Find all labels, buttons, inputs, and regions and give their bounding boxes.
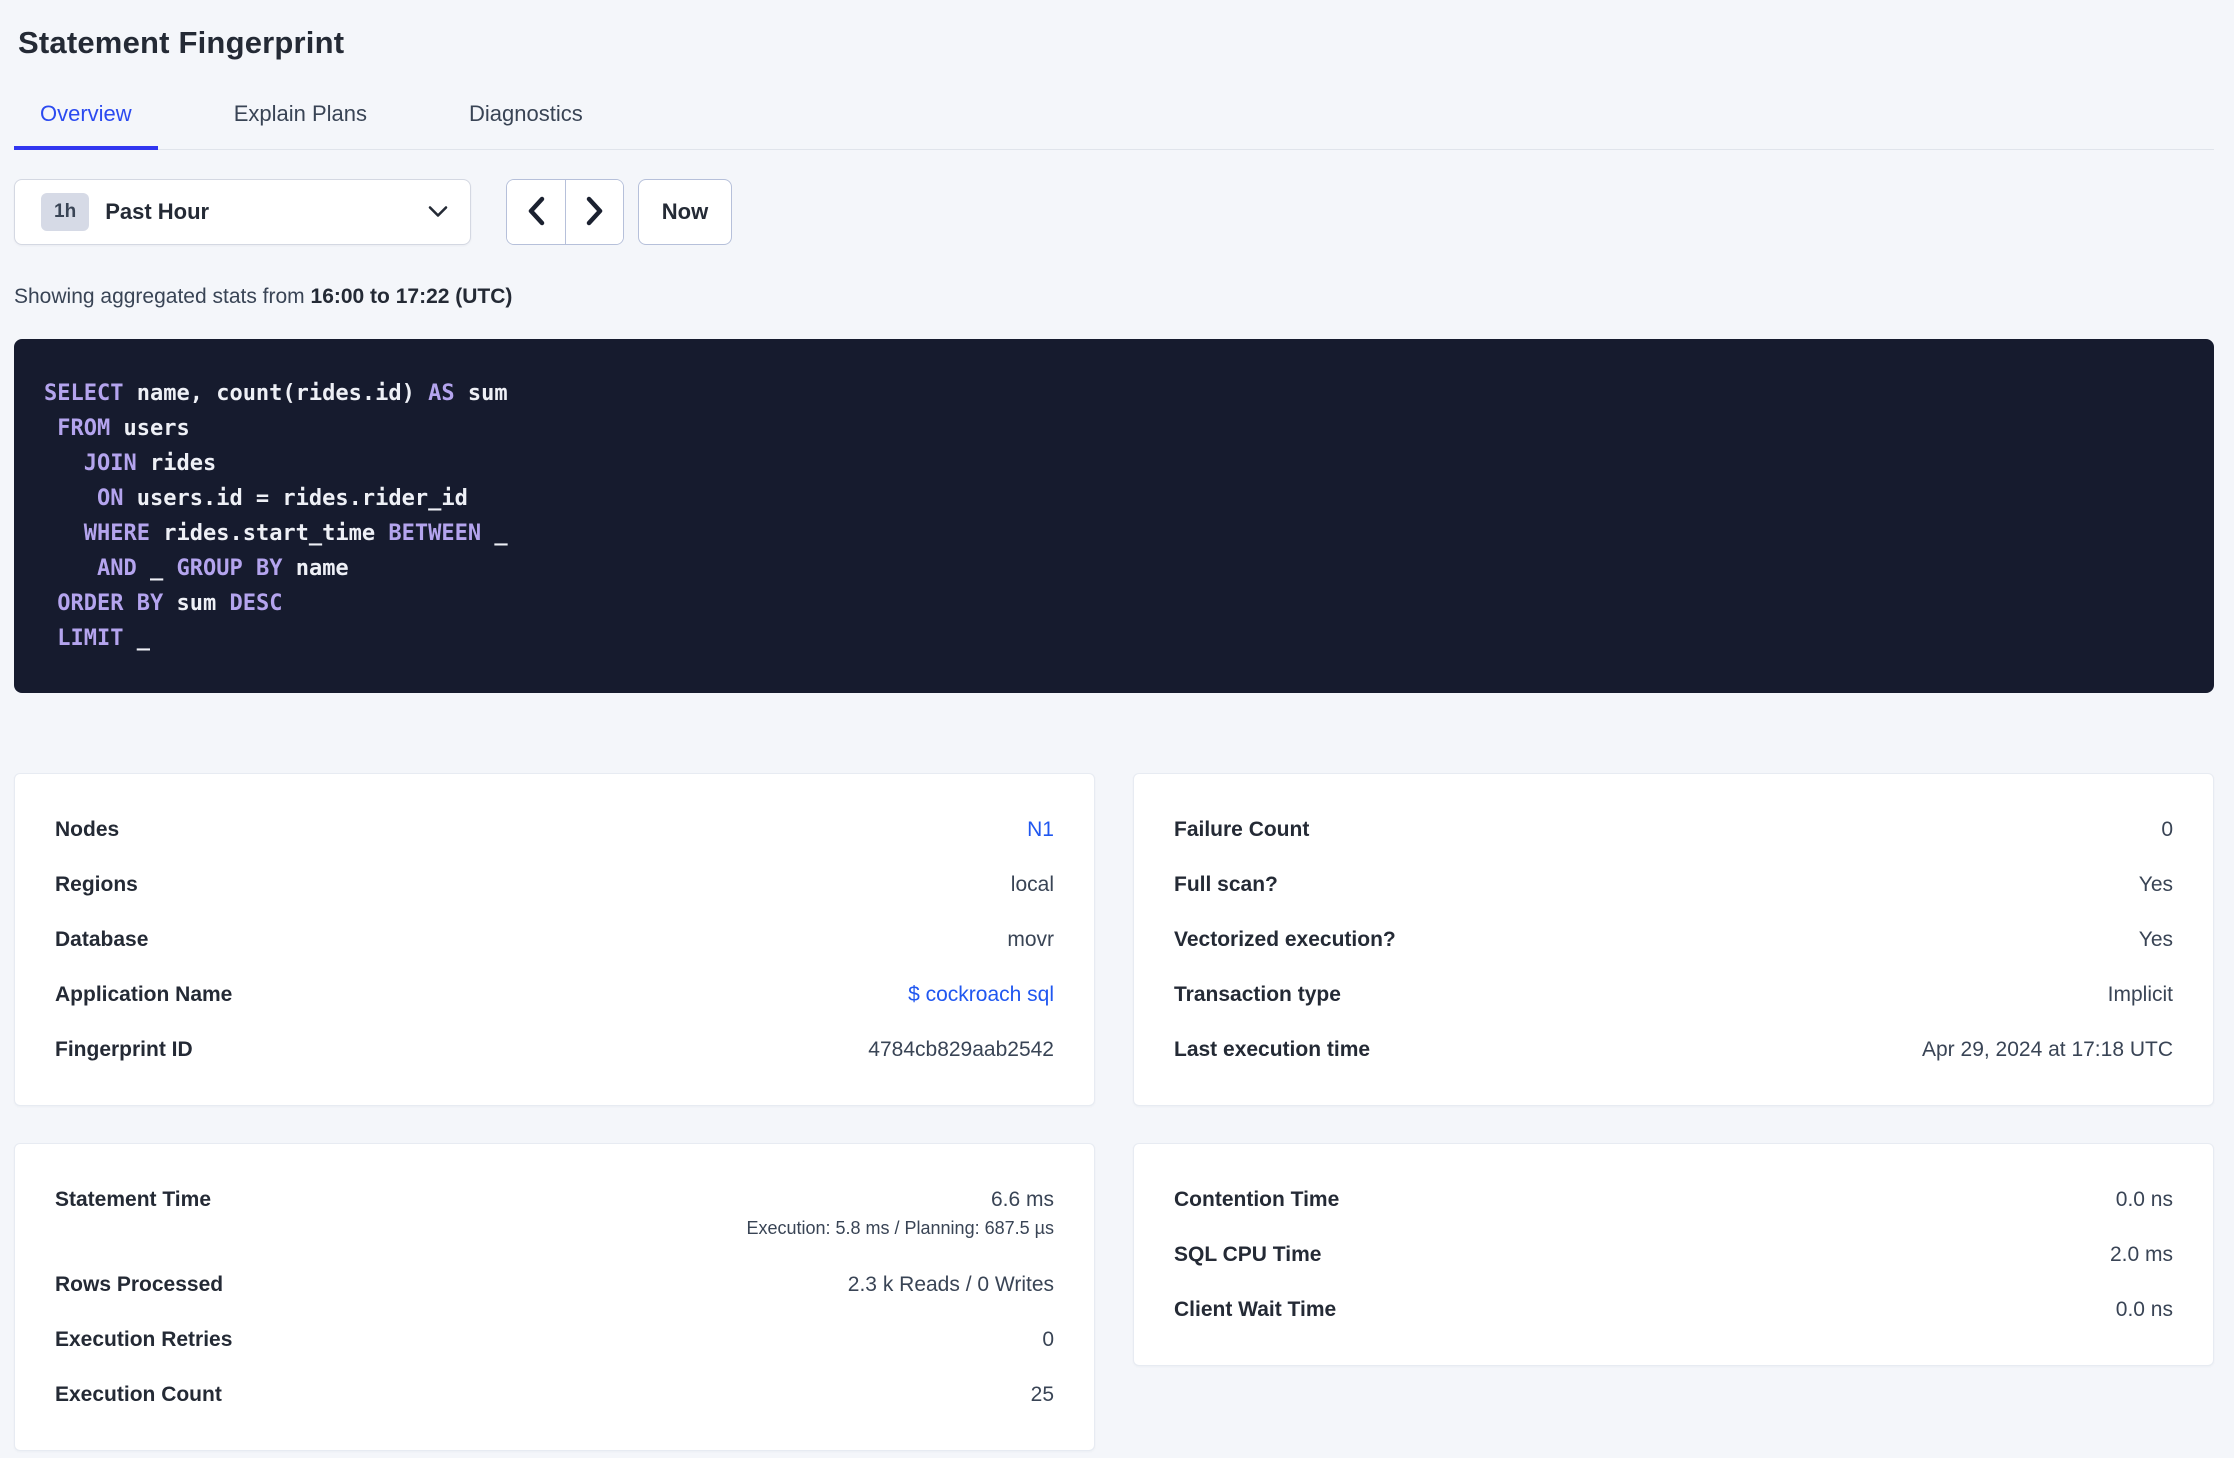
database-value: movr [1007,927,1054,951]
statement-time-breakdown: Execution: 5.8 ms / Planning: 687.5 µs [746,1218,1054,1238]
client-wait-time-value: 0.0 ns [2115,1297,2173,1321]
regions-value: local [1010,872,1054,896]
tab-explain-plans[interactable]: Explain Plans [208,88,393,150]
chevron-left-icon [527,196,545,229]
execution-count-label: Execution Count [55,1382,222,1406]
time-next-button[interactable] [565,180,623,244]
nodes-value-link[interactable]: N1 [1027,818,1054,842]
transaction-type-value: Implicit [2107,982,2173,1006]
aggregated-stats-text: Showing aggregated stats from 16:00 to 1… [14,285,2214,309]
card-row-statement-time: Statement Time 6.6 ms Execution: 5.8 ms … [55,1172,1054,1257]
sql-statement-box: SELECT name, count(rides.id) AS sum FROM… [14,339,2214,693]
card-row-client-wait-time: Client Wait Time 0.0 ns [1174,1282,2173,1337]
sql-statement: SELECT name, count(rides.id) AS sum FROM… [44,376,2184,656]
sql-code: SELECT name, count(rides.id) AS sum FROM… [44,381,508,651]
rows-processed-label: Rows Processed [55,1272,224,1296]
page-title: Statement Fingerprint [18,25,345,60]
aggregated-stats-prefix: Showing aggregated stats from [14,285,311,308]
card-row-rows-processed: Rows Processed 2.3 k Reads / 0 Writes [55,1257,1054,1312]
card-row-nodes: Nodes N1 [55,802,1054,857]
full-scan-label: Full scan? [1174,872,1278,896]
overview-card-left: Nodes N1 Regions local Database movr App… [14,773,1095,1106]
failure-count-label: Failure Count [1174,817,1310,841]
time-window-arrow-group [506,179,624,245]
card-row-sql-cpu-time: SQL CPU Time 2.0 ms [1174,1227,2173,1282]
fingerprint-id-label: Fingerprint ID [55,1037,193,1061]
overview-card-right: Failure Count 0 Full scan? Yes Vectorize… [1133,773,2214,1106]
contention-time-value: 0.0 ns [2115,1187,2173,1211]
statement-time-value: 6.6 ms [990,1188,1054,1211]
vectorized-execution-label: Vectorized execution? [1174,927,1396,951]
transaction-type-label: Transaction type [1174,982,1341,1006]
card-row-failure-count: Failure Count 0 [1174,802,2173,857]
card-row-vectorized-execution: Vectorized execution? Yes [1174,912,2173,967]
card-row-last-execution-time: Last execution time Apr 29, 2024 at 17:1… [1174,1022,2173,1077]
sql-cpu-time-label: SQL CPU Time [1174,1242,1322,1266]
overview-cards-row: Nodes N1 Regions local Database movr App… [14,773,2214,1106]
card-row-execution-retries: Execution Retries 0 [55,1312,1054,1367]
failure-count-value: 0 [2161,817,2173,841]
fingerprint-id-value: 4784cb829aab2542 [868,1037,1054,1061]
time-range-label: Past Hour [105,199,210,224]
card-row-full-scan: Full scan? Yes [1174,857,2173,912]
vectorized-execution-value: Yes [2138,927,2173,951]
sql-cpu-time-value: 2.0 ms [2109,1242,2173,1266]
regions-label: Regions [55,872,138,896]
statement-fingerprint-page: Statement Fingerprint Overview Explain P… [0,24,2234,1451]
chevron-down-icon [428,205,448,219]
now-button[interactable]: Now [638,179,732,245]
application-name-value-link[interactable]: $ cockroach sql [908,983,1054,1007]
timing-card-left: Statement Time 6.6 ms Execution: 5.8 ms … [14,1143,1095,1451]
statement-time-value-block: 6.6 ms Execution: 5.8 ms / Planning: 687… [746,1185,1054,1242]
contention-time-label: Contention Time [1174,1187,1340,1211]
full-scan-value: Yes [2138,872,2173,896]
time-range-badge: 1h [41,193,90,231]
card-row-regions: Regions local [55,857,1054,912]
tab-overview[interactable]: Overview [14,88,158,150]
last-execution-time-value: Apr 29, 2024 at 17:18 UTC [1922,1037,2173,1061]
card-row-application-name: Application Name $ cockroach sql [55,967,1054,1022]
execution-count-value: 25 [1030,1382,1054,1406]
rows-processed-value: 2.3 k Reads / 0 Writes [847,1272,1054,1296]
tab-bar: Overview Explain Plans Diagnostics [14,88,2214,150]
timing-card-right: Contention Time 0.0 ns SQL CPU Time 2.0 … [1133,1143,2214,1366]
execution-retries-label: Execution Retries [55,1327,233,1351]
card-row-contention-time: Contention Time 0.0 ns [1174,1172,2173,1227]
time-prev-button[interactable] [507,180,565,244]
card-row-database: Database movr [55,912,1054,967]
card-row-execution-count: Execution Count 25 [55,1367,1054,1422]
aggregated-stats-range: 16:00 to 17:22 (UTC) [310,285,513,308]
statement-time-label: Statement Time [55,1188,211,1211]
database-label: Database [55,927,149,951]
last-execution-time-label: Last execution time [1174,1037,1371,1061]
timing-cards-row: Statement Time 6.6 ms Execution: 5.8 ms … [14,1143,2214,1451]
time-range-dropdown[interactable]: 1h Past Hour [14,179,471,245]
chevron-right-icon [586,196,604,229]
application-name-label: Application Name [55,982,233,1006]
client-wait-time-label: Client Wait Time [1174,1297,1337,1321]
card-row-transaction-type: Transaction type Implicit [1174,967,2173,1022]
nodes-label: Nodes [55,817,120,841]
card-row-fingerprint-id: Fingerprint ID 4784cb829aab2542 [55,1022,1054,1077]
tab-diagnostics[interactable]: Diagnostics [443,88,609,150]
time-controls: 1h Past Hour Now [14,179,2214,245]
execution-retries-value: 0 [1042,1327,1054,1351]
